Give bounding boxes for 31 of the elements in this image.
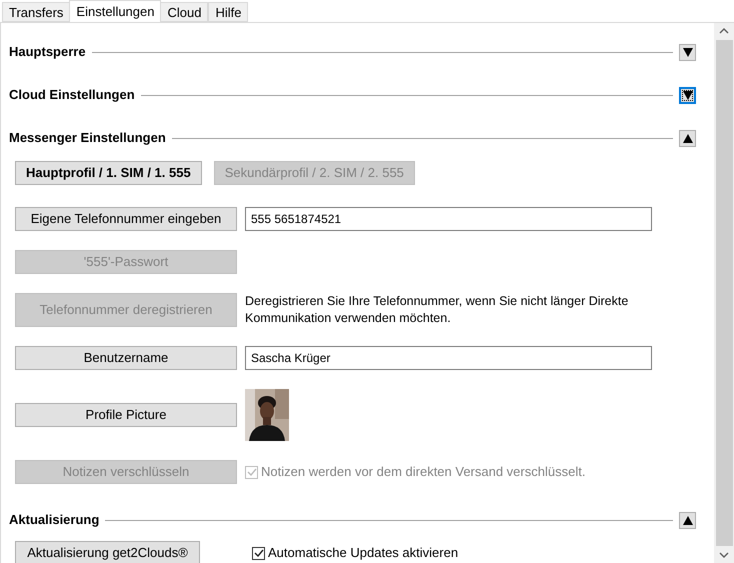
action-button[interactable]: Profile Picture — [15, 403, 237, 427]
tab[interactable]: Einstellungen — [69, 0, 162, 22]
section-title: Hauptsperre — [9, 43, 86, 62]
up-triangle-icon — [682, 516, 692, 524]
checkbox-label: Automatische Updates aktivieren — [268, 544, 458, 562]
toggle-button[interactable] — [679, 86, 696, 104]
down-triangle-icon — [682, 90, 692, 100]
check-icon — [246, 468, 256, 476]
toggle-button[interactable] — [679, 512, 696, 528]
section-title: Cloud Einstellungen — [9, 86, 135, 104]
section-title: Messenger Einstellungen — [9, 129, 166, 148]
scrollbar[interactable] — [714, 23, 734, 563]
action-button[interactable]: Eigene Telefonnummer eingeben — [15, 207, 237, 231]
scroll-thumb[interactable] — [716, 40, 732, 546]
toggle-button[interactable] — [679, 44, 696, 60]
section-title: Aktualisierung — [9, 511, 100, 530]
tab[interactable]: Cloud — [160, 2, 208, 22]
action-button[interactable]: Aktualisierung get2Clouds® — [15, 541, 200, 563]
check-icon — [254, 549, 264, 557]
tab[interactable]: Hilfe — [208, 2, 248, 22]
action-button[interactable]: Benutzername — [15, 346, 237, 370]
checkbox-label: Notizen werden vor dem direkten Versand verschlüsselt. — [261, 463, 586, 482]
checkbox[interactable] — [252, 546, 265, 560]
up-triangle-icon — [682, 134, 692, 142]
text-field[interactable]: Sascha Krüger — [245, 346, 652, 370]
text-field[interactable]: 555 5651874521 — [245, 207, 652, 231]
down-triangle-icon — [682, 48, 692, 56]
profile-button[interactable]: Hauptprofil / 1. SIM / 1. 555 — [15, 161, 202, 185]
tab[interactable]: Transfers — [2, 2, 70, 22]
description-text: Deregistrieren Sie Ihre Telefonnummer, wenn Sie nicht länger Direkte Kommunikation verwenden möchten. — [245, 293, 630, 327]
toggle-button[interactable] — [679, 130, 696, 146]
